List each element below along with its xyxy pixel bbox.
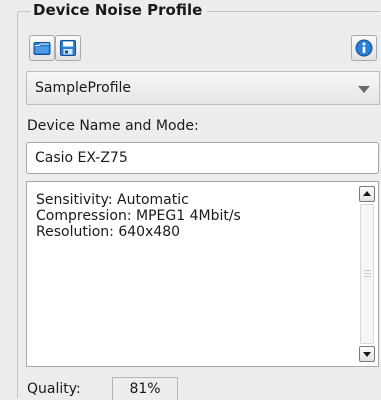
details-compression: Compression: MPEG1 4Mbit/s	[36, 208, 241, 224]
grip-line	[364, 273, 371, 274]
details-text: Sensitivity: Automatic Compression: MPEG…	[36, 192, 241, 240]
profile-select[interactable]: SampleProfile	[26, 71, 380, 105]
save-profile-button[interactable]	[55, 35, 81, 61]
info-icon	[355, 39, 373, 57]
info-button[interactable]	[351, 35, 377, 61]
quality-label: Quality:	[27, 381, 81, 397]
arrow-up-icon	[363, 191, 371, 196]
scroll-up-button[interactable]	[359, 186, 375, 202]
arrow-down-icon	[363, 352, 371, 357]
details-scrollbar[interactable]	[359, 183, 377, 365]
quality-value: 81%	[129, 381, 161, 397]
scroll-down-button[interactable]	[359, 346, 375, 362]
group-title: Device Noise Profile	[30, 0, 208, 20]
grip-line	[364, 276, 371, 277]
details-resolution: Resolution: 640x480	[36, 224, 181, 240]
open-profile-button[interactable]	[29, 35, 55, 61]
floppy-save-icon	[59, 39, 77, 57]
quality-value-box: 81%	[112, 377, 178, 400]
device-noise-profile-panel: Device Noise Profile SampleProfile Devic…	[0, 0, 381, 400]
device-name-label: Device Name and Mode:	[27, 118, 199, 134]
profile-select-value: SampleProfile	[35, 80, 132, 96]
chevron-down-icon	[358, 86, 370, 93]
folder-open-icon	[33, 40, 51, 56]
details-sensitivity: Sensitivity: Automatic	[36, 192, 189, 208]
device-details-textarea[interactable]: Sensitivity: Automatic Compression: MPEG…	[26, 181, 379, 367]
grip-line	[364, 270, 371, 271]
scroll-thumb[interactable]	[360, 204, 374, 344]
device-name-field[interactable]	[26, 142, 379, 174]
